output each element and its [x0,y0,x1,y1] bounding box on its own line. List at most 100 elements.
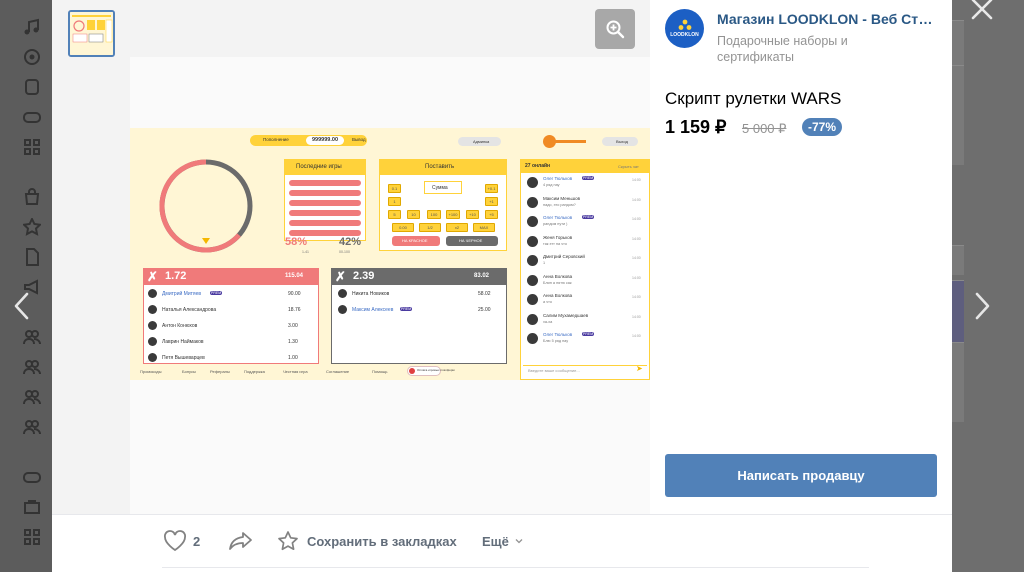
chat-avatar [527,177,538,188]
share-button[interactable] [228,529,254,553]
bet-button[interactable]: +10 [466,210,479,219]
avatar-text: LOODKLON [670,32,699,38]
chat-time: 14:00 [632,275,641,280]
footer-link[interactable]: Бонусы [182,369,196,374]
admin-label: Админка [473,139,490,144]
product-price: 1 159 ₽ [665,117,727,137]
player-name: Лаврин Наймаков [162,339,204,345]
chat-time: 14:00 [632,334,641,338]
briefcase-icon [24,500,40,514]
bookmark-button[interactable]: Сохранить в закладках [277,529,457,553]
close-button[interactable] [969,0,995,20]
chat-avatar [527,235,538,247]
chevron-left-icon [14,292,29,320]
prem-badge: PREM [210,291,223,295]
chat-avatar [527,196,538,208]
footer-link[interactable]: Соглашение [326,369,349,374]
prem-badge: PREM [582,176,595,180]
balance-label: Пополнение [263,137,289,142]
write-seller-button[interactable]: Написать продавцу [665,454,937,497]
player-name: Никита Новиков [352,291,390,297]
prem-badge: PREM [582,215,595,219]
chat-text: надо, это рандом? [543,202,576,207]
red-range: 1-41 [302,250,310,254]
red-multiplier: 1.72 [165,270,187,282]
player-bet-value: 90.00 [288,291,301,297]
bet-button[interactable]: x2 [446,223,468,232]
player-name: Наталья Александрова [162,307,217,313]
prem-badge: PREM [582,332,595,336]
chat-input[interactable]: Введите ваше сообщение... [528,368,580,373]
chat-author: Анна Волкова [543,293,573,298]
bet-button[interactable]: 10 [407,210,420,219]
more-button[interactable]: Ещё [482,529,525,553]
chat-text: так этт на что [543,241,567,246]
product-image[interactable]: Пополнение 999999.00 Вывод Админка Выход… [130,128,650,380]
bet-button[interactable]: +1 [485,197,498,206]
bet-button[interactable]: +5 [485,210,498,219]
chat-time: 14:00 [632,197,641,202]
bet-button[interactable]: 5 [388,210,401,219]
background-card [952,280,964,342]
bet-button[interactable]: 0.1 [388,184,401,193]
chat-avatar [527,333,538,344]
black-range: 00-100 [339,250,350,254]
footer-link[interactable]: Честная игра [283,369,308,374]
player-name: Петя Вышеварцев [162,355,205,361]
apps-icon [24,529,40,545]
shop-category: Подарочные наборы и сертификаты [717,34,848,64]
next-button[interactable] [970,290,994,322]
bet-button[interactable]: MAX [473,223,495,232]
payment-badge: Оплата игровых платформ [417,368,455,372]
zoom-button[interactable] [595,9,635,49]
sum-input[interactable]: Сумма [432,185,448,191]
bet-button[interactable]: 0.00 [392,223,414,232]
footer-link[interactable]: Промокоды [140,369,161,374]
chat-text: 1 [543,261,546,265]
chat-avatar [527,255,538,266]
shop-name-link[interactable]: Магазин LOODKLON - Веб Студия [717,11,939,27]
chat-avatar [527,216,538,227]
player-avatar [148,353,157,362]
chat-avatar [527,294,538,305]
footer-link[interactable]: Рефералы [210,369,230,374]
roulette-wheel [159,159,253,253]
bet-button[interactable]: 1/2 [419,223,441,232]
player-bet-value: 25.00 [478,307,491,313]
bet-button[interactable]: 1 [388,197,401,206]
chevron-down-icon [515,539,523,544]
product-info-panel: LOODKLON Магазин LOODKLON - Веб Студия П… [650,0,952,514]
chat-text: 4 ряд пау [543,183,560,187]
bet-button[interactable]: +100 [446,210,460,219]
bet-button[interactable]: 100 [427,210,441,219]
chat-text: а что [543,300,552,304]
video-icon [24,49,40,65]
chat-author: Олег Тюльков [543,332,573,337]
star-icon [278,531,298,551]
like-button[interactable]: 2 [163,529,200,553]
bet-red-button[interactable]: НА КРАСНОЕ [402,238,428,243]
footer-link[interactable]: Поддержка [244,369,265,374]
gallery-thumbnail[interactable] [68,10,115,57]
chat-text: ха-ха [543,319,553,324]
document-icon [26,248,39,266]
black-multiplier: 2.39 [353,270,375,282]
player-avatar [338,305,347,314]
player-bet-value: 3.00 [288,323,298,329]
product-modal: Пополнение 999999.00 Вывод Админка Выход… [52,0,952,572]
last-games-title: Последние игры [296,164,342,170]
black-percent: 42% [339,236,362,248]
previous-button[interactable] [10,290,34,322]
shop-avatar[interactable]: LOODKLON [665,9,704,48]
bet-black-button[interactable]: НА ЧЕРНОЕ [459,238,482,243]
player-name: Максим Алексеев [352,307,394,313]
shop-icon [24,188,40,205]
zoom-in-icon [606,20,625,39]
chat-hide-link[interactable]: Скрыть чат [618,164,639,169]
balance-value: 999999.00 [312,137,338,143]
bet-button[interactable]: +0.1 [485,184,498,193]
chat-time: 14:00 [632,178,641,182]
footer-link[interactable]: Помощь [372,369,387,374]
old-price: 5 000 ₽ [742,121,787,136]
chat-author: Олег Тюльков [543,176,573,181]
